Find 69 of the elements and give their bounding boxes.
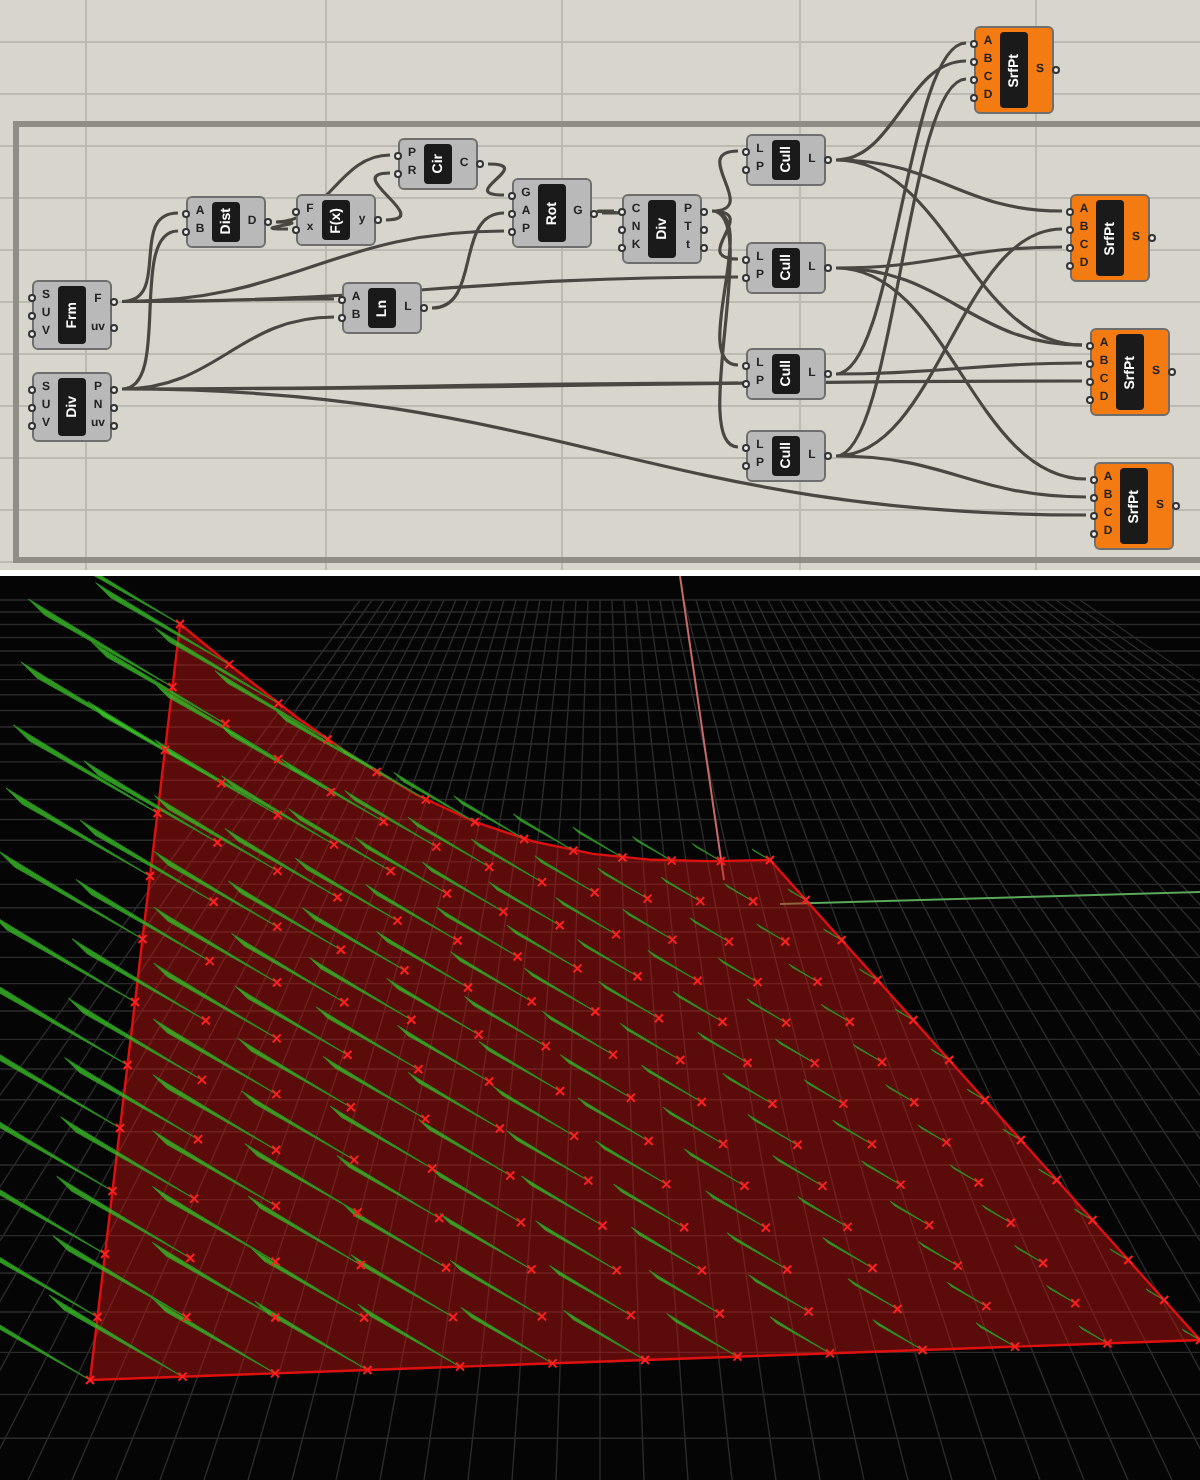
port-icon[interactable] [28,403,36,411]
port-icon[interactable] [824,264,832,272]
port-icon[interactable] [338,295,346,303]
port-icon[interactable] [618,207,626,215]
port-icon[interactable] [28,293,36,301]
port-icon[interactable] [590,209,598,217]
port-icon[interactable] [292,207,300,215]
port-icon[interactable] [264,218,272,226]
port-icon[interactable] [970,39,978,47]
wire [431,211,505,310]
port-icon[interactable] [700,225,708,233]
port-icon[interactable] [420,304,428,312]
port-icon[interactable] [700,207,708,215]
port-icon[interactable] [700,243,708,251]
port-icon[interactable] [110,403,118,411]
port-icon[interactable] [374,216,382,224]
wire [486,162,506,197]
port-icon[interactable] [742,361,750,369]
port-icon[interactable] [970,57,978,65]
port-icon[interactable] [394,169,402,177]
port-icon[interactable] [110,421,118,429]
port-icon[interactable] [824,370,832,378]
port-icon[interactable] [182,227,190,235]
port-icon[interactable] [292,225,300,233]
port-icon[interactable] [28,329,36,337]
port-icon[interactable] [970,75,978,83]
port-icon[interactable] [508,209,516,217]
wire [598,209,618,215]
port-icon[interactable] [742,461,750,469]
port-icon[interactable] [618,243,626,251]
port-icon[interactable] [1066,225,1074,233]
port-icon[interactable] [1086,377,1094,385]
port-icon[interactable] [970,93,978,101]
port-icon[interactable] [1066,261,1074,269]
port-icon[interactable] [110,324,118,333]
port-icon[interactable] [110,385,118,393]
port-icon[interactable] [1168,368,1176,376]
port-icon[interactable] [618,225,626,233]
port-icon[interactable] [1086,359,1094,367]
port-icon[interactable] [394,151,402,159]
port-icon[interactable] [742,255,750,263]
port-icon[interactable] [1090,493,1098,501]
port-icon[interactable] [742,147,750,155]
port-icon[interactable] [1090,529,1098,537]
port-icon[interactable] [742,165,750,173]
port-icon[interactable] [1086,341,1094,349]
port-icon[interactable] [508,227,516,235]
port-icon[interactable] [1052,66,1060,74]
port-icon[interactable] [1148,234,1156,242]
port-icon[interactable] [110,297,118,306]
port-icon[interactable] [338,313,346,321]
port-icon[interactable] [508,191,516,199]
port-icon[interactable] [1066,243,1074,251]
port-icon[interactable] [28,311,36,319]
port-icon[interactable] [1086,395,1094,403]
port-icon[interactable] [742,443,750,451]
wire [373,171,403,222]
port-icon[interactable] [1066,207,1074,215]
port-icon[interactable] [1172,502,1180,510]
port-icon[interactable] [28,385,36,393]
port-icon[interactable] [1090,475,1098,483]
port-icon[interactable] [28,421,36,429]
port-icon[interactable] [476,160,484,168]
port-icon[interactable] [1090,511,1098,519]
port-icon[interactable] [742,273,750,281]
port-icon[interactable] [824,156,832,164]
port-icon[interactable] [824,452,832,460]
port-icon[interactable] [182,209,190,217]
port-icon[interactable] [742,379,750,387]
